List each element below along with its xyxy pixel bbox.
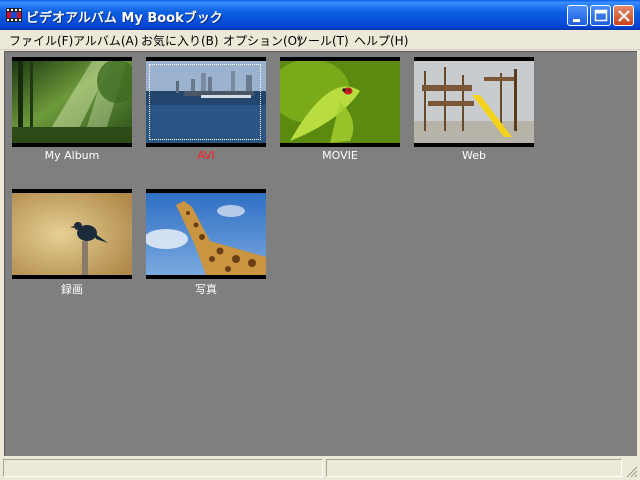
maximize-icon xyxy=(594,9,608,22)
selection-focus-rect xyxy=(149,64,261,140)
album-label: Web xyxy=(462,149,486,162)
film-icon xyxy=(6,8,22,22)
album-label: My Album xyxy=(44,149,100,162)
album-thumbnail[interactable] xyxy=(414,57,534,147)
album-label: 写真 xyxy=(195,283,217,296)
menu-tools[interactable]: ツール(T) xyxy=(296,32,349,49)
minimize-icon xyxy=(573,19,580,22)
status-pane-left xyxy=(3,459,323,477)
album-thumbnail[interactable] xyxy=(146,189,266,279)
menu-file[interactable]: ファイル(F) xyxy=(9,32,73,49)
close-icon xyxy=(618,10,630,22)
menu-help[interactable]: ヘルプ(H) xyxy=(354,32,408,49)
resize-grip-icon[interactable] xyxy=(624,464,638,478)
minimize-button[interactable] xyxy=(567,5,588,26)
close-button[interactable] xyxy=(613,5,634,26)
status-pane-right xyxy=(326,459,622,477)
title-bar[interactable]: ビデオアルバム My Bookブック xyxy=(0,0,640,30)
album-label: 録画 xyxy=(61,283,83,296)
menu-favorites[interactable]: お気に入り(B) xyxy=(141,32,219,49)
menu-bar: ファイル(F) アルバム(A) お気に入り(B) オプション(O) ツール(T)… xyxy=(0,30,640,50)
album-thumbnail[interactable] xyxy=(280,57,400,147)
album-thumbnail[interactable] xyxy=(12,189,132,279)
window-title: ビデオアルバム My Bookブック xyxy=(26,11,223,26)
album-label: AVI xyxy=(197,149,215,162)
album-thumbnail[interactable] xyxy=(12,57,132,147)
album-thumbnail[interactable] xyxy=(146,57,266,147)
album-label: MOVIE xyxy=(322,149,358,162)
menu-options[interactable]: オプション(O) xyxy=(223,32,302,49)
maximize-button[interactable] xyxy=(590,5,611,26)
app-window: ビデオアルバム My Bookブック ファイル(F) アルバム(A) お気に入り… xyxy=(0,0,640,480)
menu-album[interactable]: アルバム(A) xyxy=(73,32,138,49)
status-bar xyxy=(0,456,640,480)
album-grid[interactable]: My Album AVI MOVIE Web 録画 写真 xyxy=(4,51,637,456)
